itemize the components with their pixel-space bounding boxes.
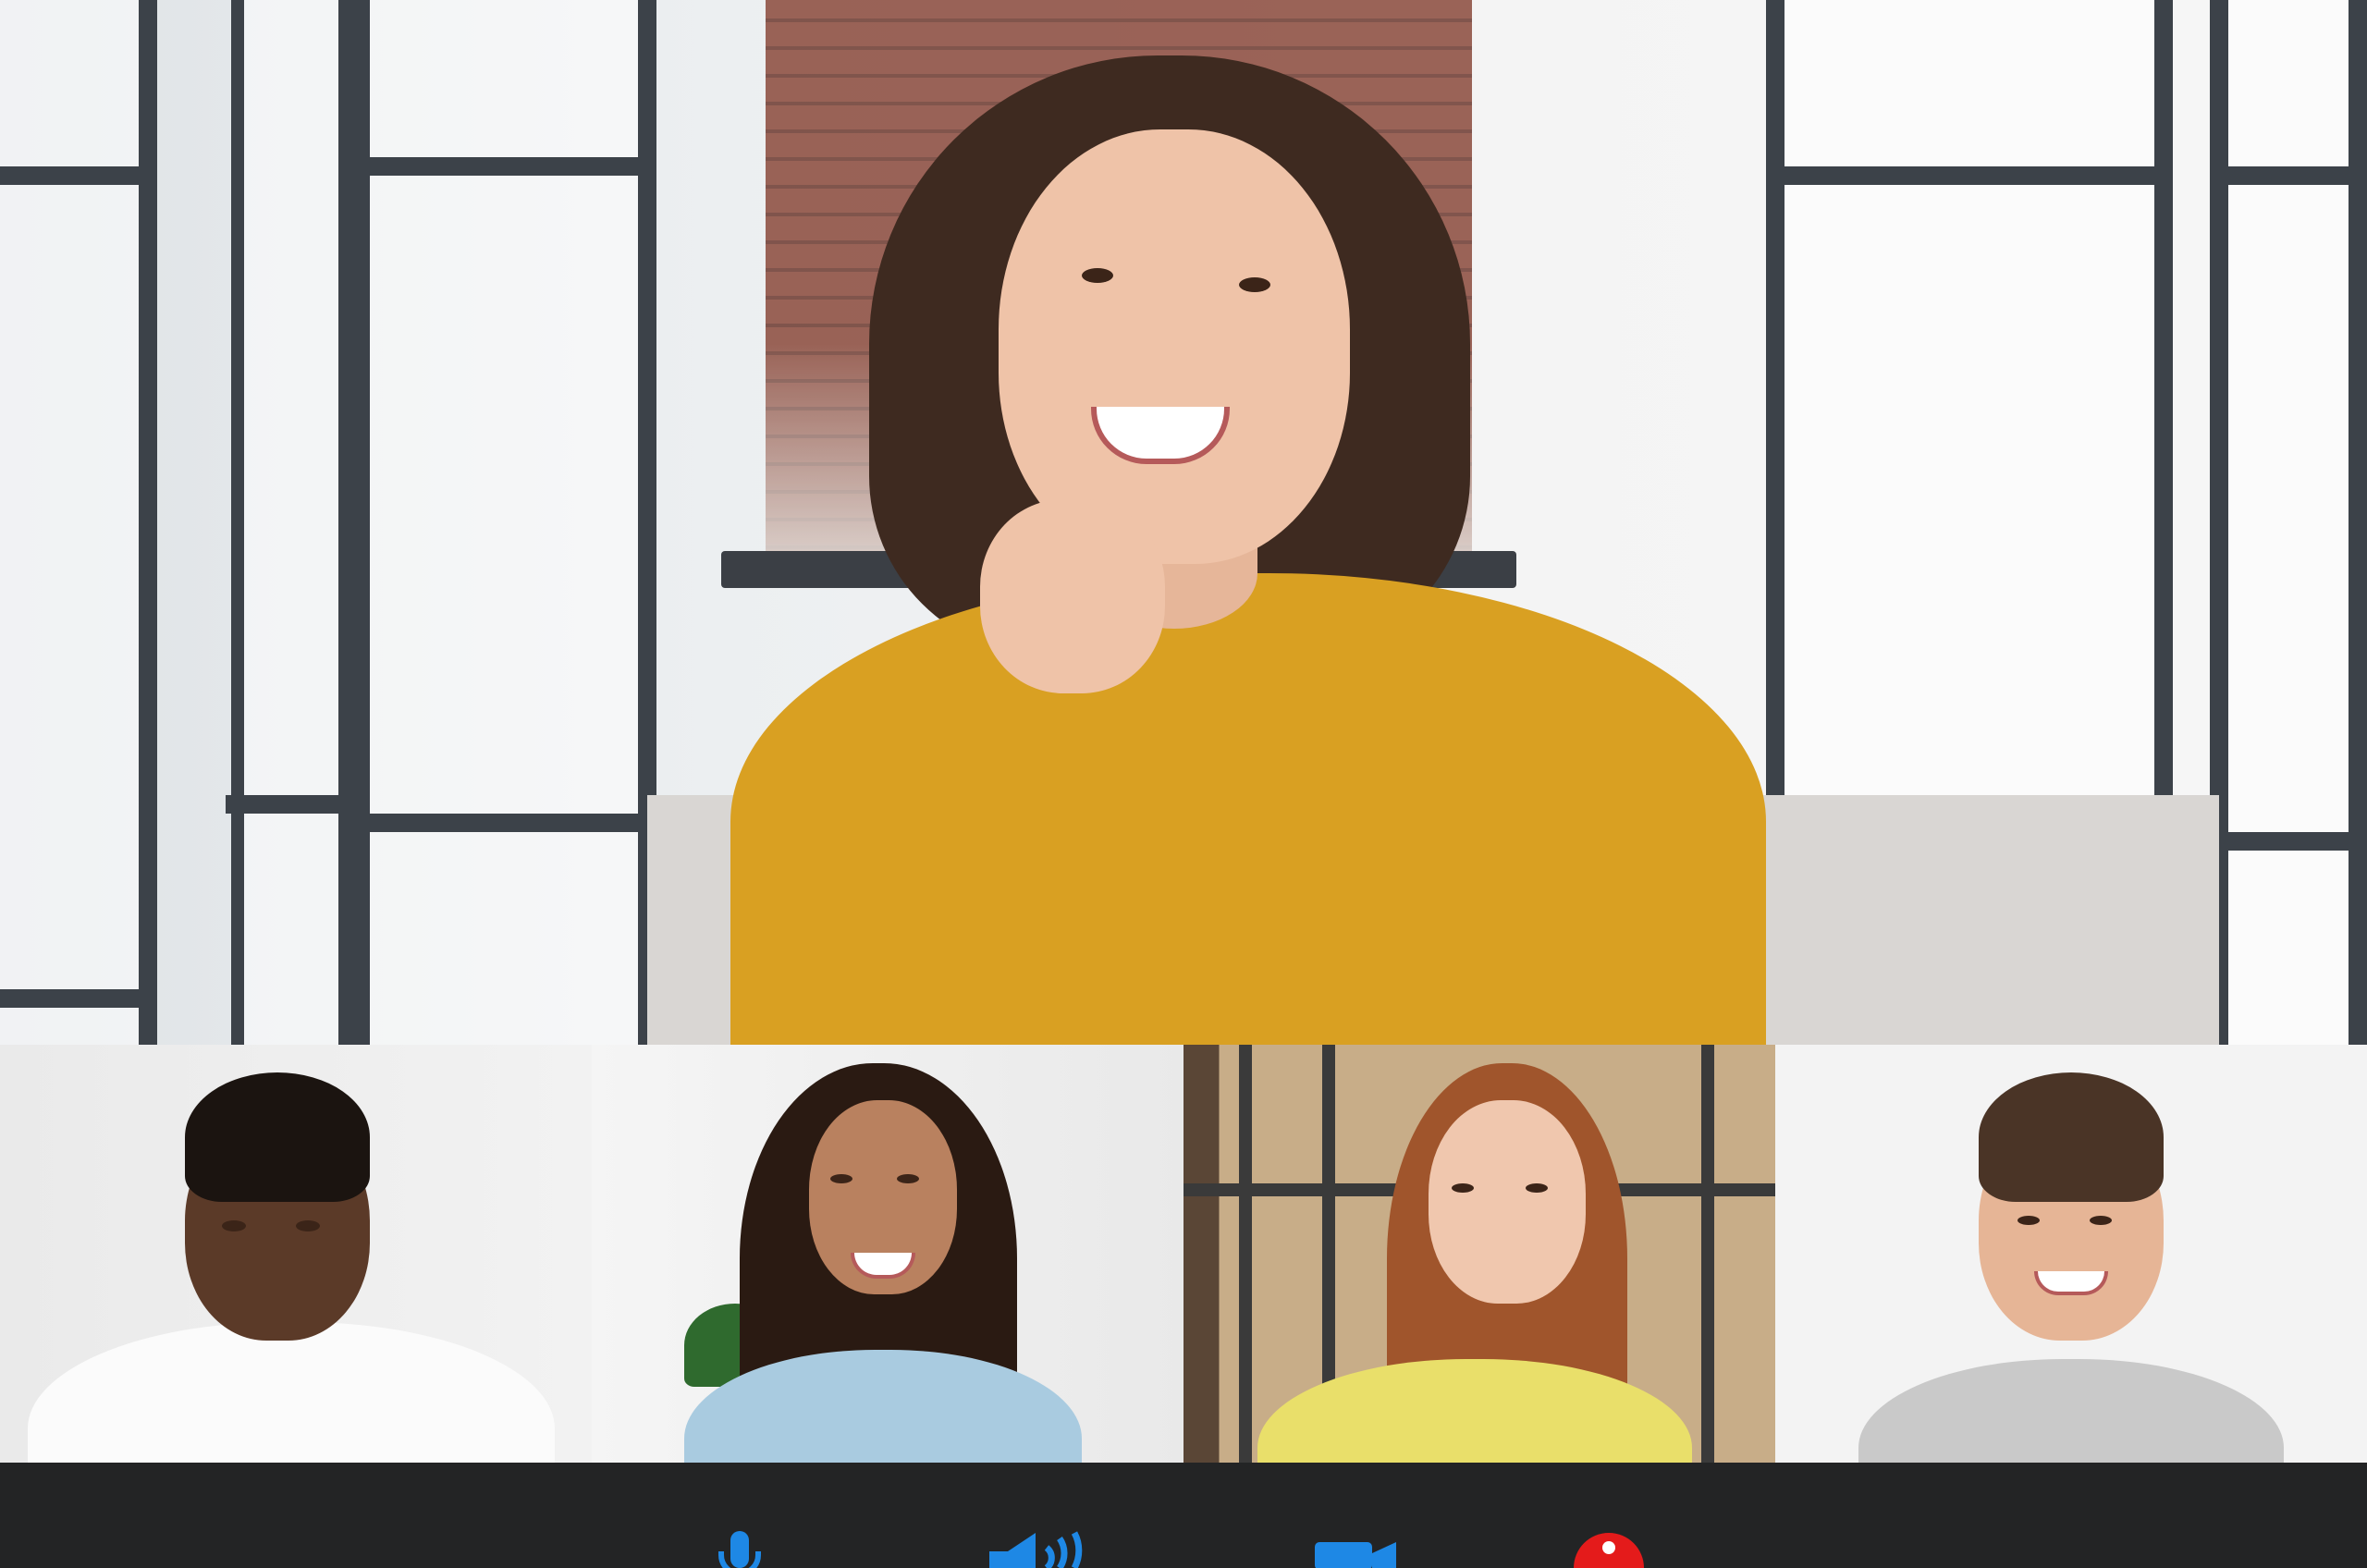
main-speaker-video[interactable] (0, 0, 2367, 1045)
end-call-button[interactable] (1572, 1531, 1646, 1568)
participant-tile[interactable] (1184, 1045, 1775, 1463)
participant-tile[interactable] (0, 1045, 592, 1463)
microphone-icon (718, 1531, 761, 1568)
speaker-button[interactable] (989, 1531, 1091, 1568)
call-control-bar (0, 1463, 2367, 1568)
participant-tile[interactable] (1775, 1045, 2367, 1463)
camera-button[interactable] (1315, 1531, 1398, 1568)
background-window (351, 0, 656, 1045)
participant-tile[interactable] (592, 1045, 1184, 1463)
background-window (226, 0, 357, 1045)
participant-strip (0, 1045, 2367, 1463)
background-window (0, 0, 157, 1045)
end-call-icon (1574, 1533, 1644, 1568)
microphone-button[interactable] (714, 1531, 766, 1568)
background-window (2210, 0, 2367, 1045)
speaker-volume-icon (989, 1531, 1083, 1568)
video-camera-icon (1315, 1542, 1396, 1568)
